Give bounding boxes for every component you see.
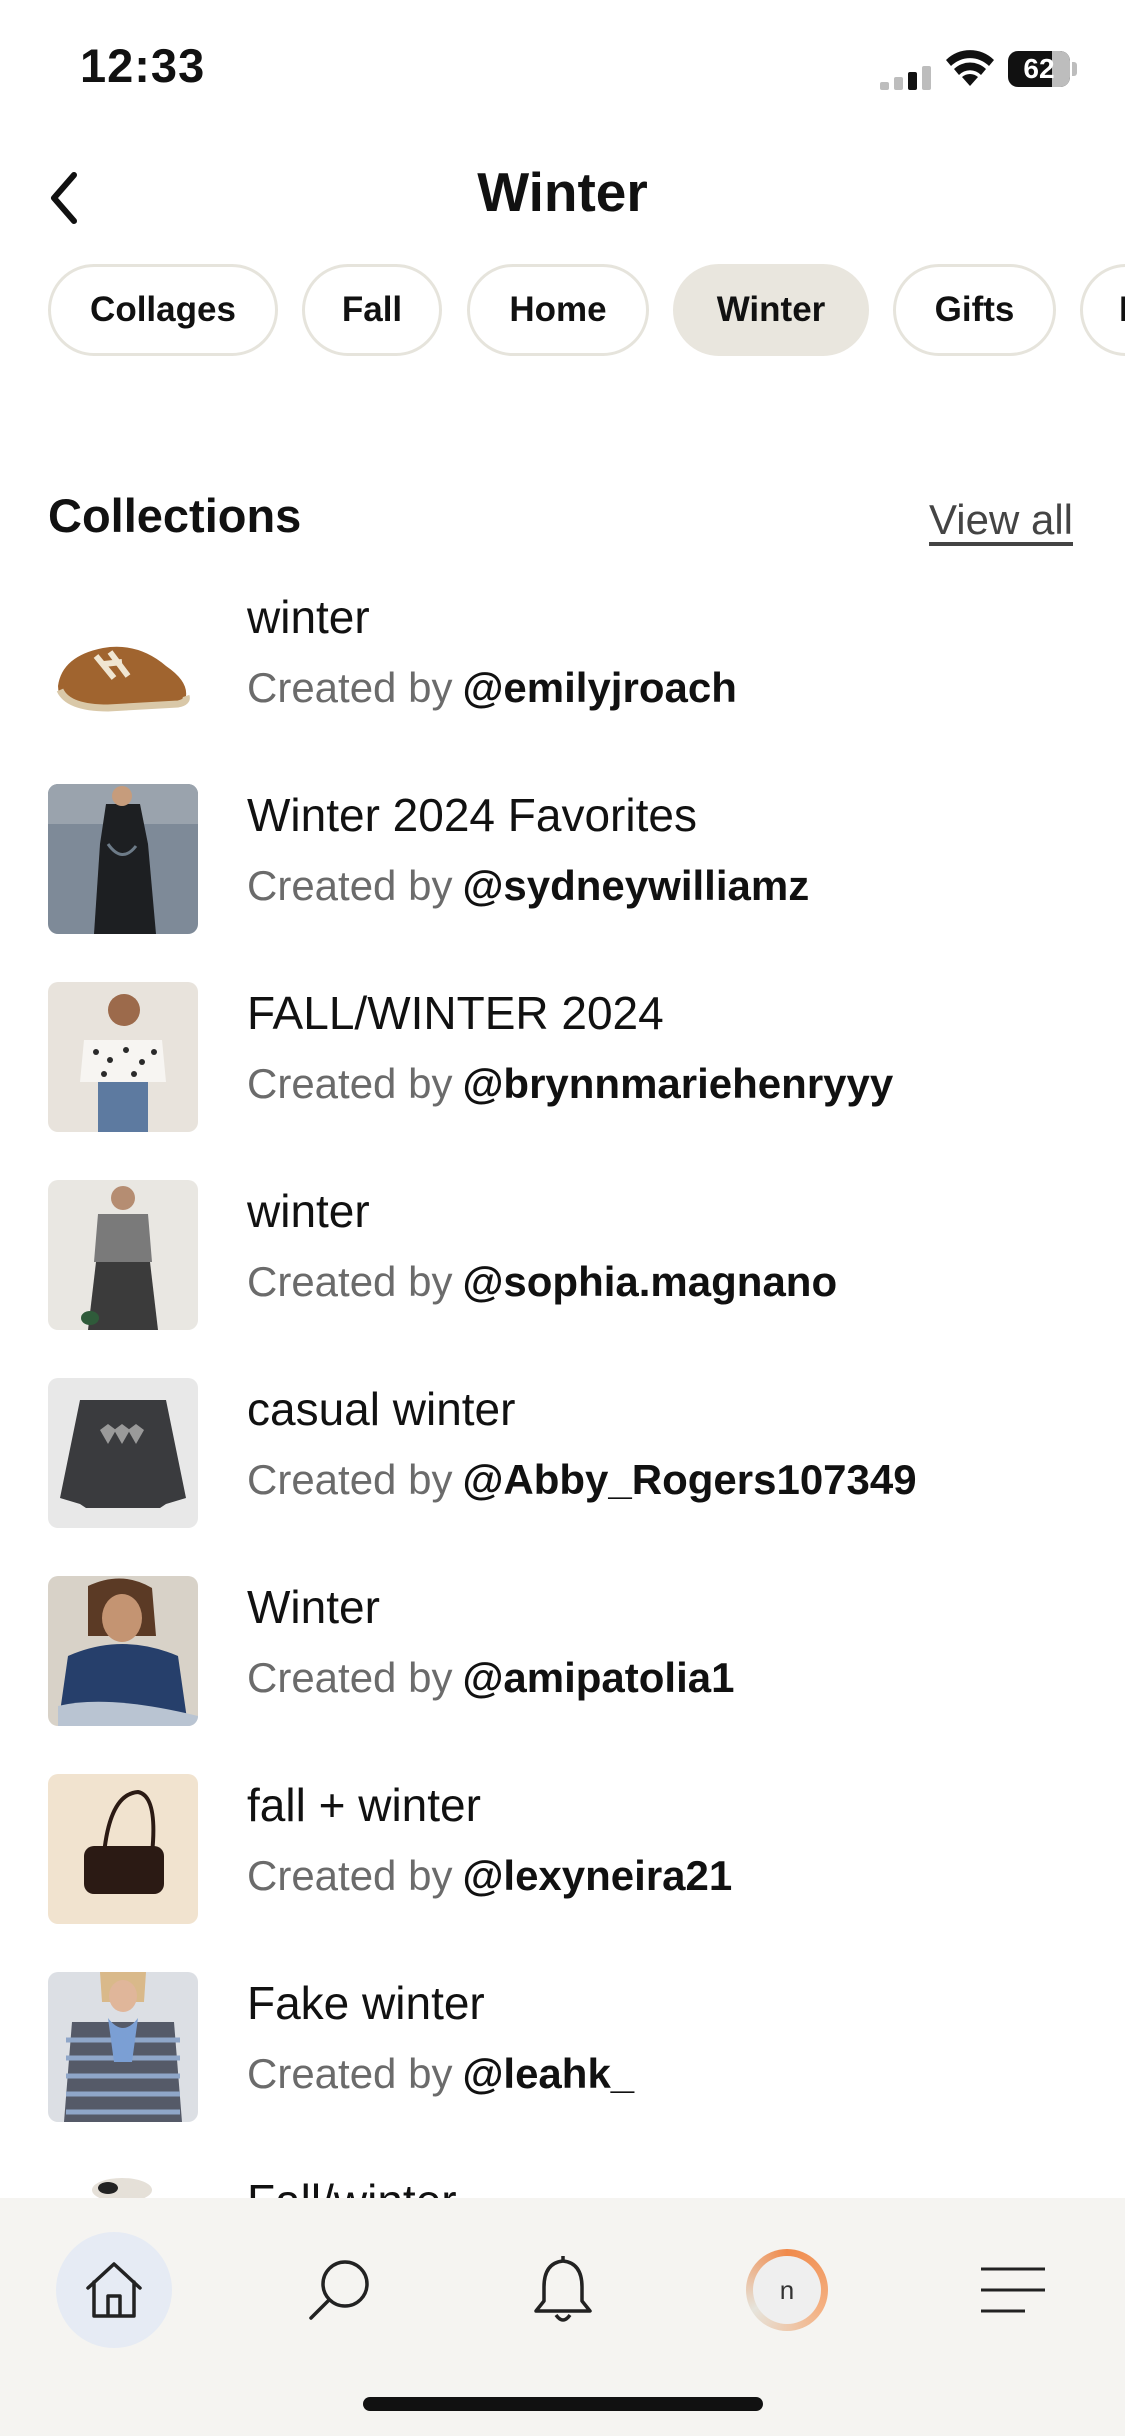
collection-creator: Created by @brynnmariehenryyy: [247, 1060, 893, 1108]
collection-thumbnail: [48, 586, 198, 736]
collection-title: winter: [247, 1185, 370, 1237]
collection-row[interactable]: fall + winter Created by @lexyneira21: [0, 1768, 1125, 1948]
created-by-label: Created by: [247, 862, 453, 909]
created-by-label: Created by: [247, 664, 453, 711]
collection-row[interactable]: winter Created by @emilyjroach: [0, 580, 1125, 760]
battery-level: 62: [1023, 53, 1055, 84]
collection-thumbnail: [48, 982, 198, 1132]
collections-heading: Collections: [48, 489, 302, 542]
creator-username[interactable]: @emilyjroach: [462, 664, 736, 711]
chip-holiday[interactable]: Holiday: [1080, 264, 1125, 356]
avatar-initial: n: [753, 2256, 821, 2324]
nav-notifications[interactable]: [505, 2232, 621, 2348]
collection-thumbnail: [48, 1576, 198, 1726]
collection-title: winter: [247, 591, 370, 643]
collection-row[interactable]: casual winter Created by @Abby_Rogers1073…: [0, 1372, 1125, 1552]
chip-fall[interactable]: Fall: [302, 264, 442, 356]
home-indicator: [363, 2397, 763, 2411]
created-by-label: Created by: [247, 2050, 453, 2097]
created-by-label: Created by: [247, 1654, 453, 1701]
creator-username[interactable]: @sydneywilliamz: [462, 862, 809, 909]
page-title: Winter: [477, 161, 648, 223]
chip-home[interactable]: Home: [467, 264, 649, 356]
wifi-icon: [946, 50, 994, 86]
creator-username[interactable]: @lexyneira21: [462, 1852, 732, 1899]
collection-creator: Created by @Abby_Rogers107349: [247, 1456, 917, 1504]
collection-creator: Created by @amipatolia1: [247, 1654, 735, 1702]
collection-creator: Created by @sophia.magnano: [247, 1258, 837, 1306]
collection-title: fall + winter: [247, 1779, 481, 1831]
status-bar: 12:33 62: [0, 0, 1125, 140]
battery-icon: 62: [1008, 51, 1078, 87]
collection-thumbnail: [48, 1774, 198, 1924]
chip-collages[interactable]: Collages: [48, 264, 278, 356]
home-icon: [86, 2262, 142, 2318]
collection-row[interactable]: Winter Created by @amipatolia1: [0, 1570, 1125, 1750]
collection-title: Fake winter: [247, 1977, 485, 2029]
creator-username[interactable]: @Abby_Rogers107349: [462, 1456, 916, 1503]
collection-title: Winter 2024 Favorites: [247, 789, 697, 841]
collection-row[interactable]: Fake winter Created by @leahk_: [0, 1966, 1125, 2146]
view-all-link[interactable]: View all: [929, 496, 1073, 544]
created-by-label: Created by: [247, 1060, 453, 1107]
collection-thumbnail: [48, 1180, 198, 1330]
collection-row[interactable]: winter Created by @sophia.magnano: [0, 1174, 1125, 1354]
collection-row[interactable]: FALL/WINTER 2024 Created by @brynnmariehe…: [0, 976, 1125, 1156]
collection-creator: Created by @leahk_: [247, 2050, 634, 2098]
created-by-label: Created by: [247, 1258, 453, 1305]
bell-icon: [534, 2256, 592, 2322]
category-chips: Collages Fall Home Winter Gifts Holiday: [0, 264, 1125, 360]
collection-thumbnail: [48, 1378, 198, 1528]
creator-username[interactable]: @sophia.magnano: [462, 1258, 837, 1305]
profile-avatar: n: [746, 2249, 828, 2331]
created-by-label: Created by: [247, 1456, 453, 1503]
nav-profile[interactable]: n: [729, 2232, 845, 2348]
nav-menu[interactable]: [955, 2232, 1071, 2348]
status-time: 12:33: [80, 39, 206, 92]
chip-winter[interactable]: Winter: [673, 264, 869, 356]
collection-title: FALL/WINTER 2024: [247, 987, 664, 1039]
cellular-signal-icon: [880, 66, 931, 90]
collection-thumbnail: [48, 784, 198, 934]
collection-creator: Created by @sydneywilliamz: [247, 862, 809, 910]
collection-thumbnail: [48, 1972, 198, 2122]
created-by-label: Created by: [247, 1852, 453, 1899]
collection-creator: Created by @lexyneira21: [247, 1852, 732, 1900]
creator-username[interactable]: @amipatolia1: [462, 1654, 734, 1701]
collection-title: casual winter: [247, 1383, 516, 1435]
nav-search[interactable]: [281, 2232, 397, 2348]
creator-username[interactable]: @brynnmariehenryyy: [462, 1060, 893, 1107]
search-icon: [309, 2260, 369, 2320]
collection-title: Winter: [247, 1581, 380, 1633]
collection-creator: Created by @emilyjroach: [247, 664, 737, 712]
nav-home[interactable]: [56, 2232, 172, 2348]
chip-gifts[interactable]: Gifts: [893, 264, 1056, 356]
menu-icon: [981, 2267, 1045, 2313]
creator-username[interactable]: @leahk_: [462, 2050, 634, 2097]
collection-row[interactable]: Winter 2024 Favorites Created by @sydneyw…: [0, 778, 1125, 958]
